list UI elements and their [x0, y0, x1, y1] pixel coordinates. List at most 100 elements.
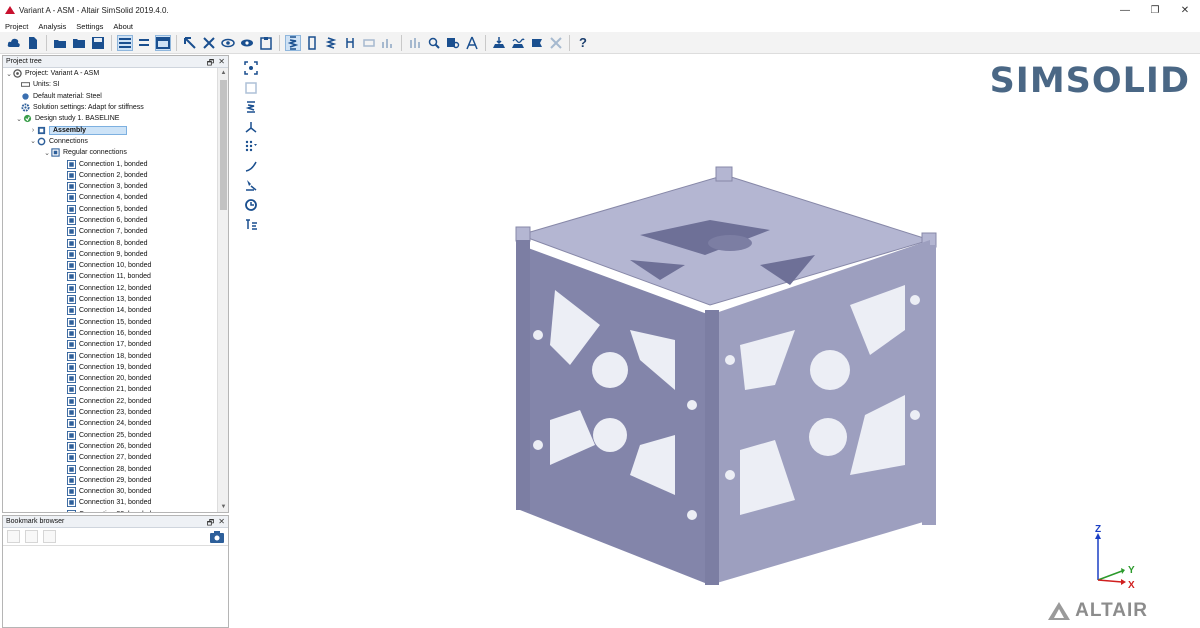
connection-item[interactable]: Connection 19, bonded: [3, 362, 216, 373]
tree-row-material[interactable]: Default material: Steel: [3, 91, 216, 102]
expand-icon[interactable]: ›: [29, 127, 37, 134]
zoom-window-icon[interactable]: [242, 79, 260, 97]
3d-viewport[interactable]: SIMSOLID Z Y X ALTAIR: [270, 55, 1200, 628]
triad-icon[interactable]: [242, 118, 260, 136]
connection-item[interactable]: Connection 10, bonded: [3, 260, 216, 271]
connection-item[interactable]: Connection 14, bonded: [3, 305, 216, 316]
curve-icon[interactable]: [242, 157, 260, 175]
open-folder-icon[interactable]: [52, 35, 68, 51]
minimize-button[interactable]: —: [1110, 0, 1140, 20]
list-view-icon[interactable]: [117, 34, 133, 51]
connection-item[interactable]: Connection 31, bonded: [3, 497, 216, 508]
search-part-icon[interactable]: [426, 35, 442, 51]
camera-icon[interactable]: [210, 531, 224, 543]
tree-row-design-study[interactable]: ⌄ Design study 1. BASELINE: [3, 113, 216, 124]
chart-icon[interactable]: [380, 35, 396, 51]
connection-item[interactable]: Connection 23, bonded: [3, 407, 216, 418]
scroll-thumb[interactable]: [220, 80, 227, 210]
save-icon[interactable]: [90, 35, 106, 51]
connection-item[interactable]: Connection 22, bonded: [3, 396, 216, 407]
connection-item[interactable]: Connection 21, bonded: [3, 384, 216, 395]
scroll-up-icon[interactable]: ▲: [218, 68, 229, 78]
menu-analysis[interactable]: Analysis: [33, 22, 71, 31]
connection-item[interactable]: Connection 11, bonded: [3, 271, 216, 282]
new-document-icon[interactable]: [25, 35, 41, 51]
connection-item[interactable]: Connection 8, bonded: [3, 237, 216, 248]
connection-item[interactable]: Connection 16, bonded: [3, 328, 216, 339]
close-window-button[interactable]: ✕: [1170, 0, 1200, 20]
coil-icon[interactable]: [323, 35, 339, 51]
collapse-icon[interactable]: ⌄: [15, 115, 23, 123]
connection-item[interactable]: Connection 13, bonded: [3, 294, 216, 305]
help-button[interactable]: ?: [575, 35, 591, 51]
tree-row-connections[interactable]: ⌄ Connections: [3, 136, 216, 147]
connection-item[interactable]: Connection 17, bonded: [3, 339, 216, 350]
clipboard-icon[interactable]: [258, 35, 274, 51]
connection-item[interactable]: Connection 15, bonded: [3, 317, 216, 328]
connection-item[interactable]: Connection 20, bonded: [3, 373, 216, 384]
constraint-icon[interactable]: [548, 35, 564, 51]
fit-view-icon[interactable]: [242, 59, 260, 77]
bar-chart-icon[interactable]: [407, 35, 423, 51]
load-icon[interactable]: [491, 35, 507, 51]
connection-item[interactable]: Connection 18, bonded: [3, 350, 216, 361]
collapse-icon[interactable]: ⌄: [29, 137, 37, 145]
menu-project[interactable]: Project: [0, 22, 33, 31]
add-bookmark-icon[interactable]: [25, 530, 38, 543]
scroll-down-icon[interactable]: ▼: [218, 502, 229, 512]
tree-row-assembly[interactable]: › Assembly: [3, 124, 216, 135]
copy-bookmark-icon[interactable]: [7, 530, 20, 543]
menu-about[interactable]: About: [108, 22, 138, 31]
collapse-icon[interactable]: ⌄: [43, 149, 51, 157]
measure-icon[interactable]: [242, 215, 260, 233]
connection-item[interactable]: Connection 24, bonded: [3, 418, 216, 429]
tree-row-units[interactable]: Units: SI: [3, 79, 216, 90]
connection-item[interactable]: Connection 9, bonded: [3, 249, 216, 260]
connection-item[interactable]: Connection 7, bonded: [3, 226, 216, 237]
connection-item[interactable]: Connection 4, bonded: [3, 192, 216, 203]
tree-row-regular-connections[interactable]: ⌄ Regular connections: [3, 147, 216, 158]
cloud-icon[interactable]: [6, 35, 22, 51]
find-icon[interactable]: [445, 35, 461, 51]
connection-item[interactable]: Connection 29, bonded: [3, 475, 216, 486]
window-icon[interactable]: [155, 34, 171, 51]
connection-item[interactable]: Connection 12, bonded: [3, 283, 216, 294]
eye-solid-icon[interactable]: [239, 35, 255, 51]
connection-item[interactable]: Connection 27, bonded: [3, 452, 216, 463]
cubesat-frame-model[interactable]: [510, 115, 950, 585]
connection-item[interactable]: Connection 30, bonded: [3, 486, 216, 497]
connection-item[interactable]: Connection 32, bonded: [3, 509, 216, 512]
support-icon[interactable]: [529, 35, 545, 51]
connection-item[interactable]: Connection 28, bonded: [3, 463, 216, 474]
pressure-icon[interactable]: [510, 35, 526, 51]
rectangle-icon[interactable]: [304, 35, 320, 51]
folder-icon[interactable]: [71, 35, 87, 51]
connection-item[interactable]: Connection 25, bonded: [3, 430, 216, 441]
axes-icon[interactable]: [464, 35, 480, 51]
clock-refresh-icon[interactable]: [242, 196, 260, 214]
ruler-icon[interactable]: [182, 35, 198, 51]
spring-icon[interactable]: [285, 34, 301, 51]
connection-item[interactable]: Connection 3, bonded: [3, 181, 216, 192]
connection-item[interactable]: Connection 5, bonded: [3, 204, 216, 215]
collapse-icon[interactable]: ⌄: [5, 70, 13, 78]
eye-icon[interactable]: [220, 35, 236, 51]
cross-arrows-icon[interactable]: [201, 35, 217, 51]
grid-dots-icon[interactable]: [242, 137, 260, 155]
bonded-connection-icon: [67, 374, 76, 384]
connection-item[interactable]: Connection 6, bonded: [3, 215, 216, 226]
tree-row-solution[interactable]: Solution settings: Adapt for stiffness: [3, 102, 216, 113]
lines-icon[interactable]: [136, 35, 152, 51]
bracket-icon[interactable]: [342, 35, 358, 51]
connection-item[interactable]: Connection 1, bonded: [3, 158, 216, 169]
connector-icon[interactable]: [361, 35, 377, 51]
probe-icon[interactable]: [242, 176, 260, 194]
connection-item[interactable]: Connection 2, bonded: [3, 170, 216, 181]
menu-settings[interactable]: Settings: [71, 22, 108, 31]
restore-button[interactable]: ❐: [1140, 0, 1170, 20]
tree-row-project[interactable]: ⌄ Project: Variant A - ASM: [3, 68, 216, 79]
tree-scrollbar[interactable]: ▲ ▼: [217, 68, 228, 512]
remove-bookmark-icon[interactable]: [43, 530, 56, 543]
spring-view-icon[interactable]: [242, 98, 260, 116]
connection-item[interactable]: Connection 26, bonded: [3, 441, 216, 452]
